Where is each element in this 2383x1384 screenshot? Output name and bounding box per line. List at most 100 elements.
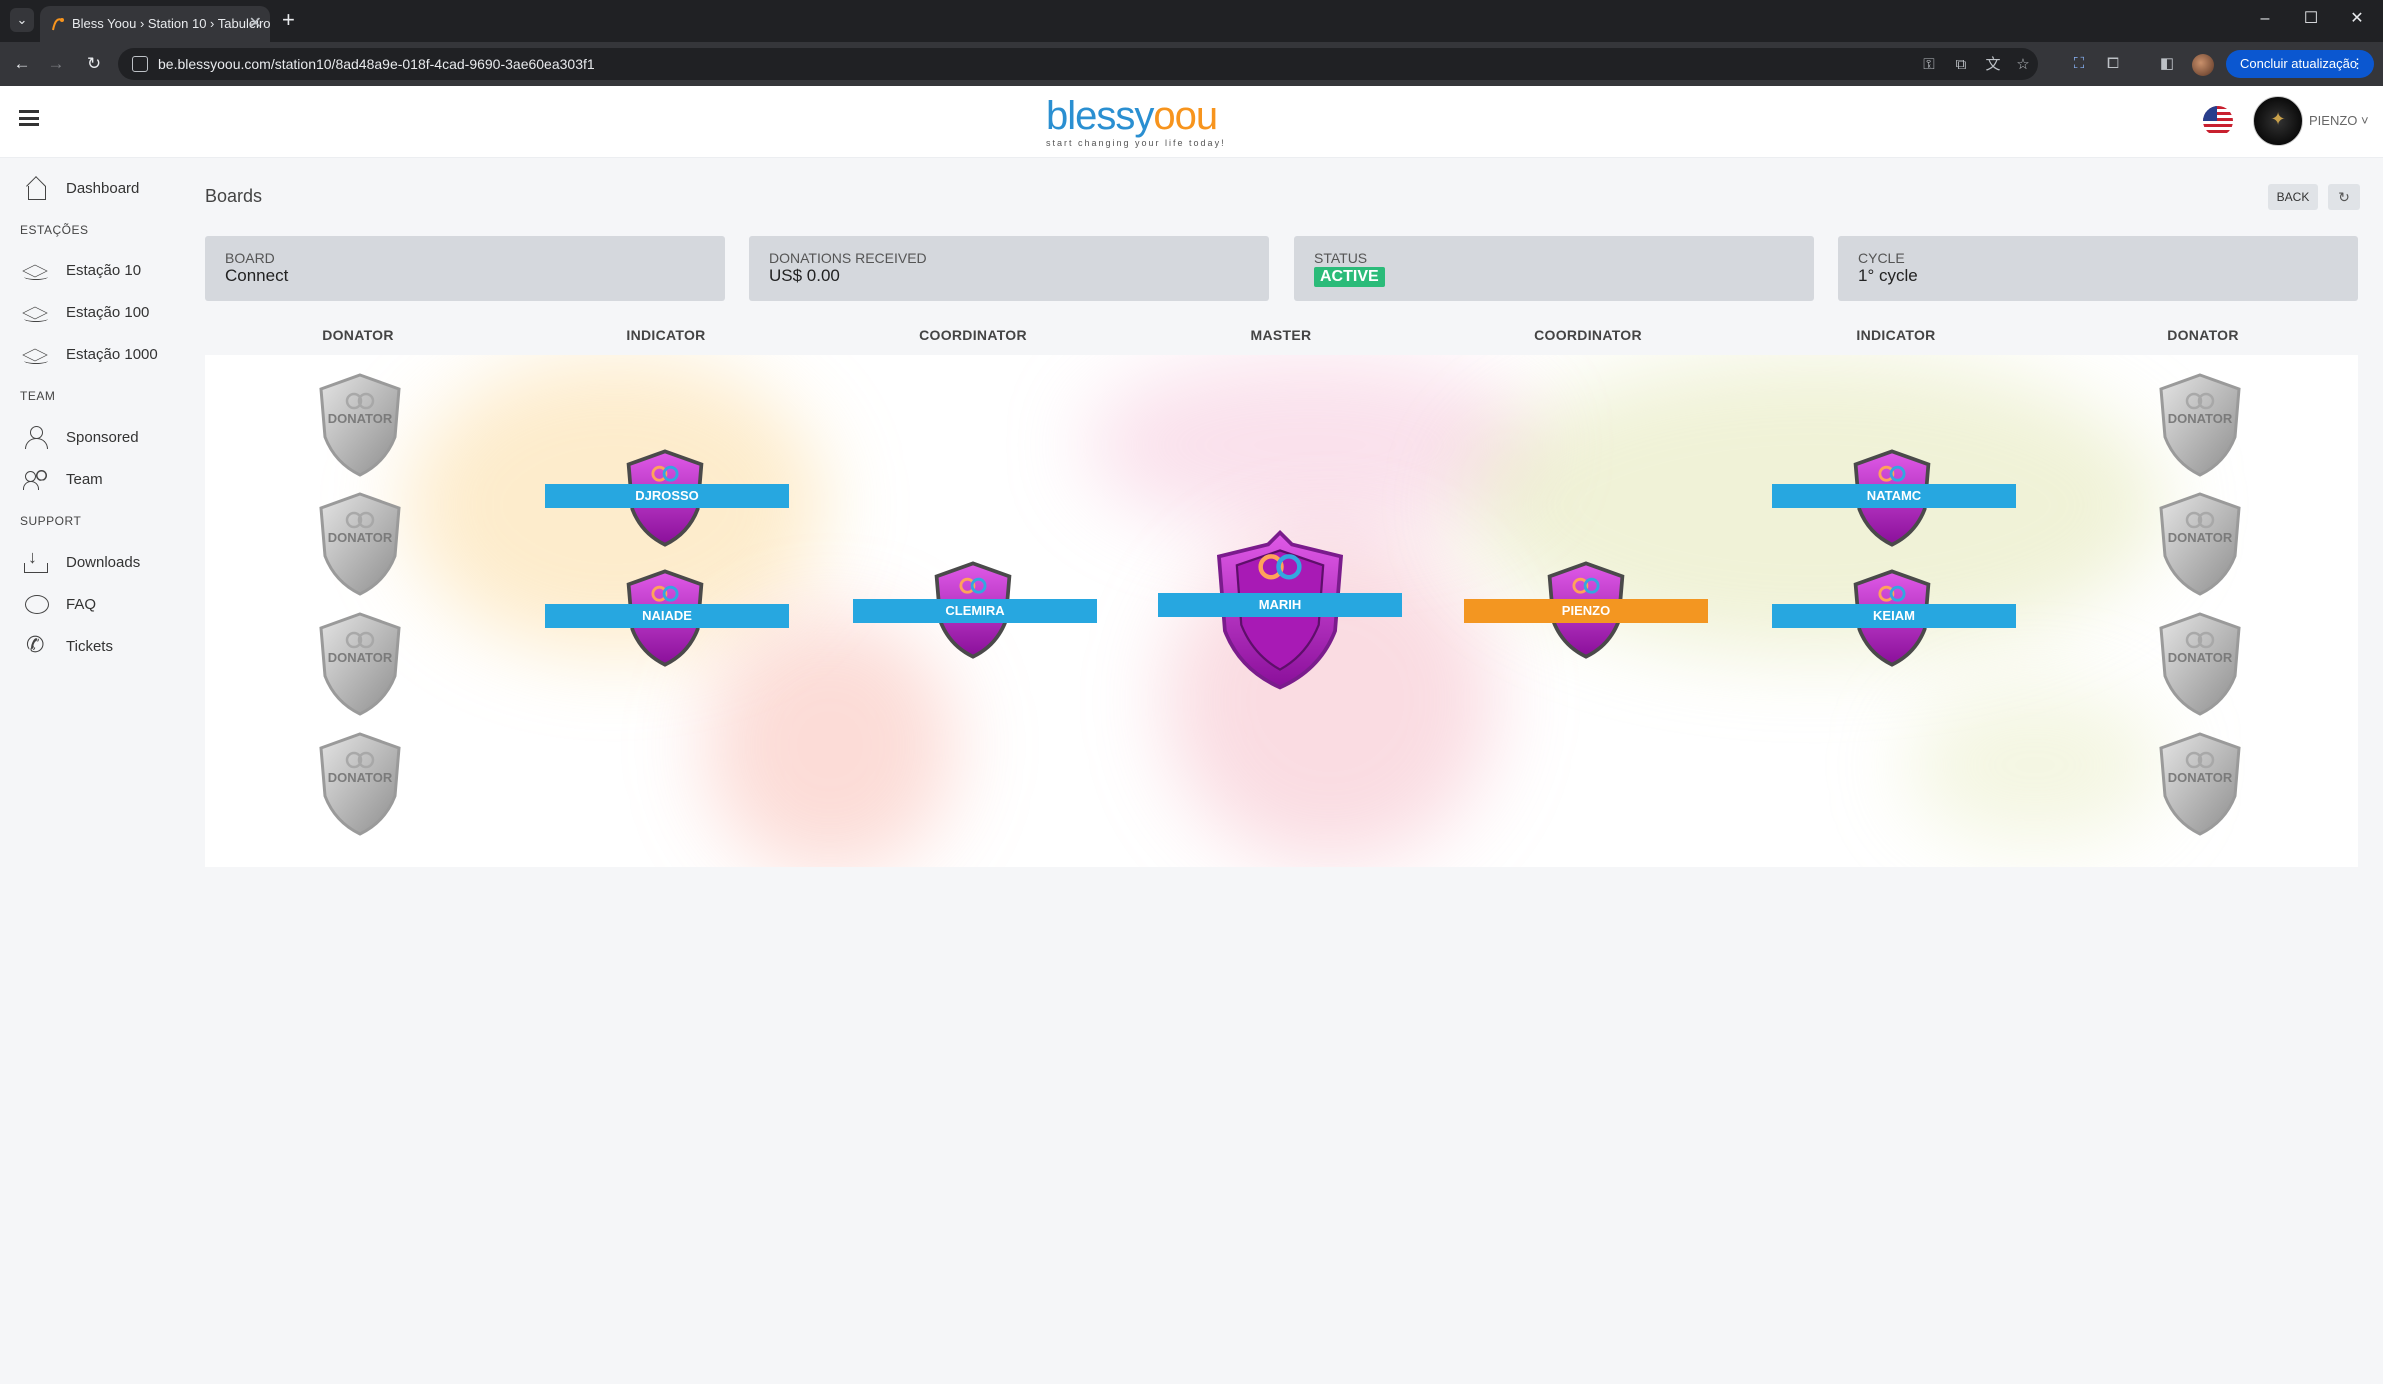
indicator-right-2-name[interactable]: KEIAM xyxy=(1772,604,2016,628)
indicator-right-1-name[interactable]: NATAMC xyxy=(1772,484,2016,508)
sidebar-item-estacao-1000[interactable]: Estação 1000 xyxy=(22,339,192,369)
us-flag-icon[interactable] xyxy=(2203,106,2233,136)
sidebar-section-support: SUPPORT xyxy=(20,514,82,528)
donator-label: DONATOR xyxy=(327,770,393,785)
sidebar-item-faq[interactable]: FAQ xyxy=(22,589,192,619)
sidebar-item-team[interactable]: Team xyxy=(22,464,192,494)
tab-title: Bless Yoou › Station 10 › Tabuleiro xyxy=(72,16,270,31)
donator-label: DONATOR xyxy=(327,530,393,545)
browser-profile-avatar[interactable] xyxy=(2192,54,2214,76)
indicator-left-1-name[interactable]: DJROSSO xyxy=(545,484,789,508)
minimize-button[interactable]: – xyxy=(2242,6,2288,32)
menu-dots-icon: ⋮ xyxy=(2351,56,2364,71)
column-header-donator-right: DONATOR xyxy=(2167,327,2239,343)
donator-slot[interactable]: DONATOR xyxy=(315,371,405,479)
column-header-donator-left: DONATOR xyxy=(322,327,394,343)
sidebar-item-label: Team xyxy=(66,470,103,488)
sidebar-section-team: TEAM xyxy=(20,389,56,403)
donator-label: DONATOR xyxy=(327,650,393,665)
status-label: STATUS xyxy=(1314,250,1368,266)
coordinator-right-name[interactable]: PIENZO xyxy=(1464,599,1708,623)
user-icon xyxy=(22,425,52,449)
sidebar-item-downloads[interactable]: Downloads xyxy=(22,547,192,577)
install-app-icon[interactable]: ⧉ xyxy=(1952,56,1970,74)
sidebar-item-label: Estação 1000 xyxy=(66,345,158,363)
coordinator-left-name[interactable]: CLEMIRA xyxy=(853,599,1097,623)
screenshot-extension-icon[interactable]: ⛶ xyxy=(2068,53,2090,75)
map-south-america xyxy=(705,615,955,867)
maximize-button[interactable]: ☐ xyxy=(2288,6,2334,32)
sidebar-item-label: Estação 100 xyxy=(66,303,150,321)
sidebar-item-sponsored[interactable]: Sponsored xyxy=(22,422,192,452)
back-button[interactable]: BACK xyxy=(2268,184,2318,210)
browser-tab[interactable]: Bless Yoou › Station 10 › Tabuleiro ✕ xyxy=(40,6,270,42)
layers-icon xyxy=(22,300,52,324)
sidebar-item-tickets[interactable]: Tickets xyxy=(22,631,192,661)
donator-label: DONATOR xyxy=(2167,411,2233,426)
reload-icon[interactable]: ↻ xyxy=(82,52,106,76)
donator-slot[interactable]: DONATOR xyxy=(2155,490,2245,598)
download-icon xyxy=(22,547,52,574)
donator-label: DONATOR xyxy=(2167,650,2233,665)
sidebar-item-label: Estação 10 xyxy=(66,261,142,279)
sidebar-item-estacao-100[interactable]: Estação 100 xyxy=(22,297,192,327)
tab-close-icon[interactable]: ✕ xyxy=(249,6,262,42)
layers-icon xyxy=(22,258,52,282)
donations-label: DONATIONS RECEIVED xyxy=(769,250,927,266)
status-badge: ACTIVE xyxy=(1314,267,1385,287)
donator-slot[interactable]: DONATOR xyxy=(2155,730,2245,838)
browser-toolbar: ← → ↻ be.blessyoou.com/station10/8ad48a9… xyxy=(0,42,2383,86)
donator-label: DONATOR xyxy=(2167,770,2233,785)
board-value: Connect xyxy=(225,266,289,285)
update-label: Concluir atualização xyxy=(2240,56,2358,71)
team-icon xyxy=(22,467,52,491)
donator-slot[interactable]: DONATOR xyxy=(315,610,405,718)
close-window-button[interactable]: ✕ xyxy=(2334,6,2380,32)
tab-search-button[interactable]: ⌄ xyxy=(10,8,34,32)
donations-value: US$ 0.00 xyxy=(769,266,840,285)
donator-label: DONATOR xyxy=(327,411,393,426)
user-avatar[interactable] xyxy=(2253,96,2303,146)
browser-titlebar: ⌄ Bless Yoou › Station 10 › Tabuleiro ✕ … xyxy=(0,0,2383,42)
address-bar[interactable]: be.blessyoou.com/station10/8ad48a9e-018f… xyxy=(118,48,2038,80)
password-key-icon[interactable]: ⚿ xyxy=(1920,56,1938,74)
blessyoou-logo[interactable]: blessyoou start changing your life today… xyxy=(1046,94,1224,152)
translate-icon[interactable]: 文 xyxy=(1984,56,2002,74)
site-favicon xyxy=(52,18,64,31)
indicator-left-2-name[interactable]: NAIADE xyxy=(545,604,789,628)
bookmark-star-icon[interactable]: ☆ xyxy=(2014,56,2032,74)
refresh-icon[interactable]: ↻ xyxy=(2328,184,2360,210)
forward-arrow-icon[interactable]: → xyxy=(44,52,68,76)
user-menu[interactable]: PIENZO ˅ xyxy=(2309,113,2369,128)
donator-slot[interactable]: DONATOR xyxy=(315,490,405,598)
cycle-value: 1° cycle xyxy=(1858,266,1918,285)
back-arrow-icon[interactable]: ← xyxy=(10,52,34,76)
sidebar-item-label: Tickets xyxy=(66,637,113,655)
donator-label: DONATOR xyxy=(2167,530,2233,545)
master-name[interactable]: MARIH xyxy=(1158,593,1402,617)
donator-slot[interactable]: DONATOR xyxy=(315,730,405,838)
app-header: blessyoou start changing your life today… xyxy=(0,86,2383,158)
url-text: be.blessyoou.com/station10/8ad48a9e-018f… xyxy=(158,56,595,72)
site-info-icon[interactable] xyxy=(132,56,148,72)
update-browser-button[interactable]: Concluir atualização ⋮ xyxy=(2226,50,2374,78)
extensions-puzzle-icon[interactable]: ⧠ xyxy=(2102,53,2124,75)
sidebar-item-estacao-10[interactable]: Estação 10 xyxy=(22,255,192,285)
side-panel-icon[interactable]: ◧ xyxy=(2156,53,2178,75)
donations-card: DONATIONS RECEIVED US$ 0.00 xyxy=(749,236,1269,301)
donator-slot[interactable]: DONATOR xyxy=(2155,371,2245,479)
sidebar-item-label: Dashboard xyxy=(66,179,140,197)
layers-icon xyxy=(22,342,52,366)
sidebar-item-label: Downloads xyxy=(66,553,141,571)
hamburger-menu-icon[interactable] xyxy=(19,110,39,126)
donator-slot[interactable]: DONATOR xyxy=(2155,610,2245,718)
new-tab-button[interactable]: + xyxy=(282,8,295,32)
page-title: Boards xyxy=(205,186,263,206)
logo-text-blessy: blessy xyxy=(1046,94,1154,138)
status-card: STATUS ACTIVE xyxy=(1294,236,1814,301)
board-area: DONATOR DONATOR DONATOR DONATOR DONATOR … xyxy=(205,355,2358,867)
map-australia xyxy=(1905,685,2165,845)
sidebar-item-dashboard[interactable]: Dashboard xyxy=(22,173,192,203)
username: PIENZO xyxy=(2309,113,2358,128)
board-card: BOARD Connect xyxy=(205,236,725,301)
